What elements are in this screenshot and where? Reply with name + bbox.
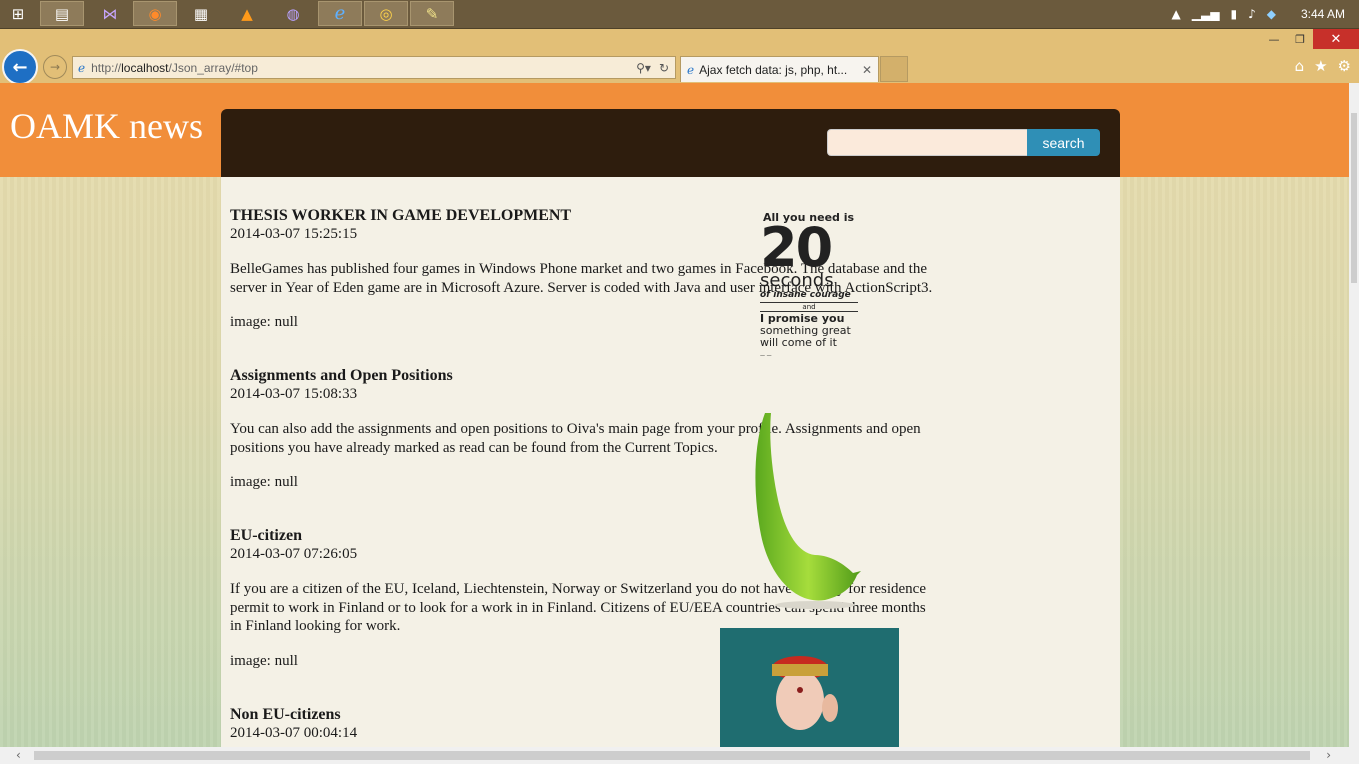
notes-app-icon: ✎	[425, 4, 439, 23]
battery-icon[interactable]: ▮	[1230, 7, 1237, 21]
url-host: localhost	[121, 60, 169, 75]
vertical-scrollbar[interactable]	[1349, 83, 1359, 747]
arrow-left-icon: ←	[12, 56, 28, 78]
address-bar[interactable]: ℯ http://localhost/Json_array/#top ⚲▾ ↻	[72, 56, 676, 79]
tab-ajax-fetch[interactable]: ℯ Ajax fetch data: js, php, ht... ✕	[680, 56, 879, 82]
poster-line: and	[760, 303, 858, 312]
poster-unit: seconds	[760, 270, 834, 291]
top-bar: search	[221, 109, 1120, 177]
url-path: /Json_array/#top	[168, 60, 258, 75]
poster-number: 20	[760, 216, 833, 279]
refresh-icon[interactable]: ↻	[659, 61, 669, 75]
start-icon: ⊞	[11, 4, 25, 23]
taskbar-globe-app[interactable]: ◍	[271, 1, 315, 26]
tab-title: Ajax fetch data: js, php, ht...	[699, 62, 848, 77]
system-tray: ▲ ▁▃▅ ▮ ♪ ◆ 3:44 AM	[1172, 0, 1345, 28]
start-button[interactable]: ⊞	[0, 1, 36, 26]
firefox-icon: ◉	[148, 4, 162, 23]
home-icon[interactable]: ⌂	[1295, 57, 1305, 75]
forward-button[interactable]: →	[43, 55, 67, 79]
taskbar-internet-explorer[interactable]: ℯ	[318, 1, 362, 26]
dropbox-icon[interactable]: ◆	[1267, 7, 1276, 21]
poster-signature: — —	[760, 353, 772, 359]
scroll-right-icon[interactable]: ›	[1326, 748, 1331, 762]
browser-chrome: — ❐ ✕ ← → ℯ http://localhost/Json_array/…	[0, 29, 1359, 85]
chrome-icon: ◎	[379, 4, 393, 23]
favorites-star-icon[interactable]: ★	[1314, 57, 1327, 75]
taskbar-calculator[interactable]: ▦	[179, 1, 223, 26]
vlc-icon: ▲	[241, 4, 253, 23]
file-explorer-icon: ▤	[54, 4, 70, 23]
page-favicon-icon: ℯ	[78, 60, 86, 75]
taskbar-visual-studio[interactable]: ⋈	[88, 1, 132, 26]
search-input[interactable]	[827, 129, 1028, 156]
poster-line: of insane courage	[760, 290, 858, 303]
poster-line: will come of it	[760, 336, 837, 349]
taskbar-file-explorer[interactable]: ▤	[40, 1, 84, 26]
minimize-icon[interactable]: —	[1261, 29, 1287, 49]
search-dropdown-icon[interactable]: ⚲▾	[636, 61, 651, 75]
festival-photo-image	[720, 628, 899, 747]
close-tab-icon[interactable]: ✕	[862, 63, 872, 77]
quote-poster-image: All you need is 20 seconds of insane cou…	[760, 211, 858, 371]
tab-favicon-icon: ℯ	[687, 62, 695, 77]
horizontal-scrollbar[interactable]: ‹ ›	[0, 747, 1359, 764]
news-date: 2014-03-07 15:08:33	[230, 386, 358, 402]
taskbar-chrome[interactable]: ◎	[364, 1, 408, 26]
horizontal-scroll-thumb[interactable]	[34, 751, 1310, 760]
taskbar-vlc[interactable]: ▲	[225, 1, 269, 26]
taskbar-notes-app[interactable]: ✎	[410, 1, 454, 26]
clock[interactable]: 3:44 AM	[1301, 7, 1345, 21]
visual-studio-icon: ⋈	[102, 4, 118, 23]
green-pepper-image	[755, 413, 861, 609]
taskbar-firefox[interactable]: ◉	[133, 1, 177, 26]
close-window-icon[interactable]: ✕	[1313, 29, 1359, 49]
globe-app-icon: ◍	[286, 4, 300, 23]
restore-icon[interactable]: ❐	[1287, 29, 1313, 49]
page-viewport: OAMK news search THESIS WORKER IN GAME D…	[0, 83, 1349, 747]
url-text[interactable]: http://localhost/Json_array/#top	[91, 61, 636, 75]
site-title[interactable]: OAMK news	[10, 105, 203, 147]
content-area: THESIS WORKER IN GAME DEVELOPMENT 2014-0…	[221, 177, 1120, 747]
chevron-up-icon[interactable]: ▲	[1172, 7, 1181, 21]
arrow-right-icon: →	[49, 60, 61, 74]
vertical-scroll-thumb[interactable]	[1351, 113, 1357, 283]
internet-explorer-icon: ℯ	[334, 3, 346, 24]
signal-icon[interactable]: ▁▃▅	[1192, 7, 1220, 21]
new-tab-button[interactable]	[880, 56, 908, 82]
back-button[interactable]: ←	[2, 49, 38, 85]
taskbar: ⊞ ▤ ⋈ ◉ ▦ ▲ ◍ ℯ ◎ ✎ ▲ ▁▃▅ ▮ ♪ ◆ 3:44 AM	[0, 0, 1359, 29]
volume-icon[interactable]: ♪	[1248, 7, 1256, 21]
search-button[interactable]: search	[1027, 129, 1100, 156]
scroll-left-icon[interactable]: ‹	[16, 748, 21, 762]
window-controls: — ❐ ✕	[1261, 29, 1359, 49]
url-prefix: http://	[91, 60, 122, 75]
settings-gear-icon[interactable]: ⚙	[1338, 57, 1351, 75]
browser-tools: ⌂ ★ ⚙	[1295, 57, 1351, 75]
calculator-icon: ▦	[193, 4, 209, 23]
